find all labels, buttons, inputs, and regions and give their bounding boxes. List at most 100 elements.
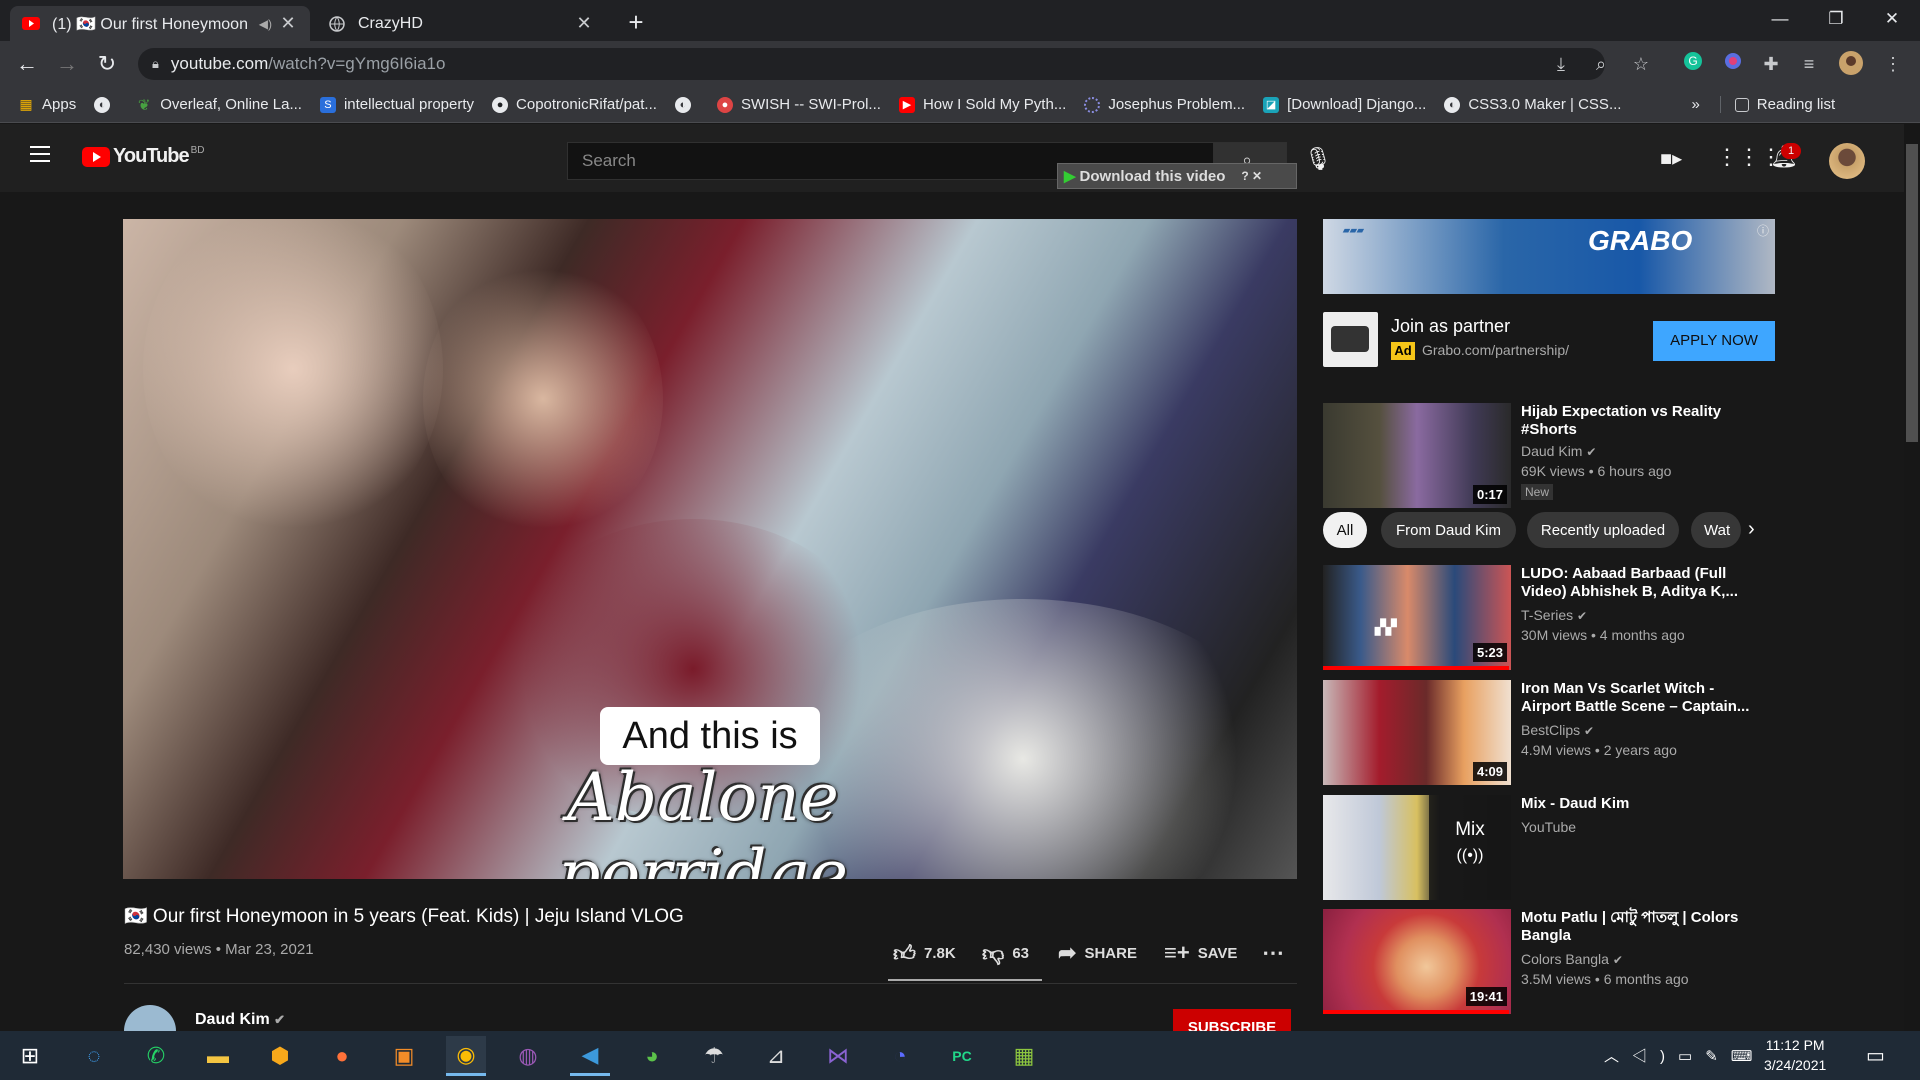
bookmark-github[interactable]: ● CopotronicRifat/pat... (492, 96, 657, 113)
scrollbar-thumb[interactable] (1906, 144, 1918, 442)
tab-close-icon[interactable]: ✕ (278, 13, 298, 34)
dislike-button[interactable]: 👎︎ 63 (982, 940, 1029, 967)
account-avatar[interactable] (1829, 143, 1865, 179)
system-clock[interactable]: 11:12 PM 3/24/2021 (1764, 1035, 1826, 1075)
whatsapp-icon[interactable]: ✆ (136, 1036, 176, 1076)
bookmarks-more-button[interactable]: » (1691, 96, 1699, 113)
photo-app-icon[interactable]: ▣ (384, 1036, 424, 1076)
ad-info-icon[interactable]: ⓘ (1757, 222, 1769, 239)
bookmark-globe[interactable]: ◐ (94, 96, 118, 113)
windows-start-icon[interactable]: ⊞ (10, 1036, 50, 1076)
video-thumbnail[interactable]: 4:09 (1323, 680, 1511, 785)
list-item[interactable]: 4:09 Iron Man Vs Scarlet Witch - Airport… (1323, 680, 1778, 785)
channel-name[interactable]: Daud Kim ✔ (195, 1011, 285, 1029)
audio-mute-icon[interactable]: ◀) (259, 17, 272, 31)
bookmark-css[interactable]: ◐ CSS3.0 Maker | CSS... (1444, 96, 1621, 113)
bookmarks-bar: ▦ Apps ◐ ❦ Overleaf, Online La... Sintelle… (0, 87, 1920, 123)
grammarly-extension-icon[interactable]: G (1680, 51, 1706, 77)
save-button[interactable]: ≡+ SAVE (1164, 940, 1237, 966)
profile-avatar[interactable] (1838, 51, 1864, 77)
list-item[interactable]: ▞▞ 5:23 LUDO: Aabaad Barbaad (Full Video… (1323, 565, 1778, 670)
chip-watched[interactable]: Wat (1691, 512, 1741, 548)
more-actions-icon[interactable]: ⋯ (1262, 940, 1284, 966)
reading-list-button[interactable]: Reading list (1719, 96, 1835, 113)
bookmark-globe-2[interactable]: ◐ (674, 96, 699, 113)
youtube-header: YouTube BD Search ⌕ 🎙︎ ■▸ ⋮⋮⋮ 🔔︎ 1 (0, 124, 1904, 192)
messenger-icon[interactable]: ◔ (880, 1036, 920, 1076)
bookmark-django[interactable]: ◪ [Download] Django... (1263, 96, 1426, 113)
bookmark-label: Overleaf, Online La... (160, 96, 302, 113)
minimize-button[interactable]: — (1752, 0, 1808, 38)
like-count: 7.8K (924, 945, 956, 962)
chip-all[interactable]: All (1323, 512, 1367, 548)
visual-studio-icon[interactable]: ⋈ (818, 1036, 858, 1076)
new-tab-button[interactable]: + (622, 9, 650, 37)
ad-title[interactable]: Join as partner (1391, 316, 1510, 337)
satellite-app-icon[interactable]: ⊿ (756, 1036, 796, 1076)
bookmark-swish[interactable]: ● SWISH -- SWI-Prol... (716, 96, 881, 113)
forward-button[interactable]: → (52, 49, 82, 79)
apply-now-button[interactable]: APPLY NOW (1653, 321, 1775, 361)
chevron-right-icon[interactable]: › (1748, 518, 1755, 541)
tab-youtube[interactable]: (1) 🇰🇷 Our first Honeymoon i ◀) ✕ (10, 6, 310, 41)
vpn-shield-icon[interactable]: ⬢ (260, 1036, 300, 1076)
create-video-icon[interactable]: ■▸ (1660, 146, 1682, 171)
hamburger-menu-icon[interactable] (30, 146, 50, 162)
rec-meta: 3.5M views • 6 months ago (1521, 971, 1689, 987)
ad-logo[interactable] (1323, 312, 1378, 367)
spreadsheet-app-icon[interactable]: ▦ (1004, 1036, 1044, 1076)
like-button[interactable]: 👍︎ 7.8K (893, 940, 956, 967)
rec-meta: 30M views • 4 months ago (1521, 627, 1685, 643)
video-thumbnail[interactable]: 19:41 (1323, 909, 1511, 1014)
search-assistant-icon[interactable]: ◌ (74, 1036, 114, 1076)
chrome-icon[interactable]: ◉ (446, 1036, 486, 1076)
chip-from-daud-kim[interactable]: From Daud Kim (1381, 512, 1516, 548)
pycharm-icon[interactable]: PC (942, 1036, 982, 1076)
download-video-button[interactable]: ▶ Download this video ? ✕ (1057, 163, 1297, 189)
bookmark-josephus[interactable]: Josephus Problem... (1084, 96, 1245, 113)
bookmark-label: CopotronicRifat/pat... (516, 96, 657, 113)
video-player[interactable]: And this is Abalone porridge (123, 219, 1297, 879)
github-desktop-icon[interactable]: ◍ (508, 1036, 548, 1076)
tray-chevron-icon: ︿ (1604, 1048, 1633, 1065)
video-thumbnail[interactable]: Mix ((•)) (1323, 795, 1511, 900)
apps-grid-icon: ▦ (19, 96, 33, 112)
video-thumbnail[interactable]: ▞▞ 5:23 (1323, 565, 1511, 670)
ad-url[interactable]: Grabo.com/partnership/ (1422, 342, 1569, 358)
chip-recently-uploaded[interactable]: Recently uploaded (1527, 512, 1679, 548)
share-button[interactable]: ➦ SHARE (1058, 940, 1137, 966)
action-center-icon[interactable]: ▭ (1866, 1043, 1885, 1068)
video-thumbnail[interactable]: 0:17 (1323, 403, 1511, 508)
list-item[interactable]: 19:41 Motu Patlu | মোটু পাতলু | Colors B… (1323, 909, 1778, 1014)
bookmark-star-icon[interactable]: ☆ (1628, 51, 1654, 77)
media-control-icon[interactable]: ≡ (1796, 51, 1822, 77)
vscode-icon[interactable]: ◀ (570, 1036, 610, 1076)
address-bar[interactable]: 🔒︎ youtube.com/watch?v=gYmg6I6ia1o (138, 48, 1605, 80)
tab-crazyhd[interactable]: CrazyHD ✕ (316, 6, 606, 41)
restore-button[interactable]: ❐ (1808, 0, 1864, 38)
microphone-icon[interactable]: 🎙︎ (1304, 146, 1332, 172)
extensions-puzzle-icon[interactable]: ✚ (1758, 51, 1784, 77)
bookmark-ip[interactable]: Sintellectual property (319, 96, 474, 113)
parachute-app-icon[interactable]: ☂ (694, 1036, 734, 1076)
close-window-button[interactable]: ✕ (1864, 0, 1920, 38)
zoom-icon[interactable]: ⌕ (1588, 51, 1614, 77)
system-tray[interactable]: ︿◁)▭✎⌨ (1604, 1045, 1765, 1066)
bookmark-youtube[interactable]: ▶ How I Sold My Pyth... (898, 96, 1066, 113)
reload-button[interactable]: ↻ (92, 49, 122, 79)
bookmark-apps[interactable]: ▦ Apps (18, 96, 76, 113)
firefox-icon[interactable]: ● (322, 1036, 362, 1076)
download-help-close-icon[interactable]: ? ✕ (1241, 169, 1262, 183)
extension-icon[interactable] (1720, 51, 1746, 77)
ad-banner[interactable]: ▰▰▰ GRABO ⓘ (1323, 219, 1775, 294)
tab-close-icon[interactable]: ✕ (574, 13, 594, 34)
list-item[interactable]: 0:17 Hijab Expectation vs Reality #Short… (1323, 403, 1778, 508)
download-icon[interactable]: ⤓ (1548, 51, 1574, 77)
youtube-logo[interactable]: YouTube BD (82, 145, 204, 168)
chrome-menu-icon[interactable]: ⋮ (1880, 51, 1906, 77)
bookmark-overleaf[interactable]: ❦ Overleaf, Online La... (136, 96, 302, 114)
globe-app-icon[interactable]: ◕ (632, 1036, 672, 1076)
back-button[interactable]: ← (12, 49, 42, 79)
list-item[interactable]: Mix ((•)) Mix - Daud Kim YouTube (1323, 795, 1778, 900)
file-explorer-icon[interactable]: ▬ (198, 1036, 238, 1076)
